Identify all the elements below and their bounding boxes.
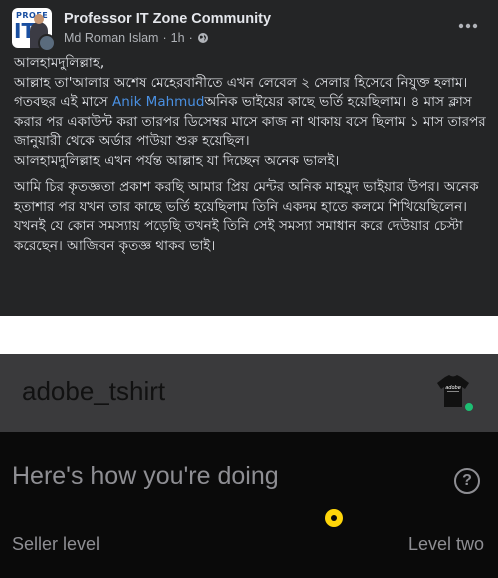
mention-link[interactable]: Anik Mahmud [112, 94, 204, 110]
profile-bar: adobe_tshirt adobe [0, 354, 498, 432]
globe-icon[interactable] [197, 32, 209, 44]
performance-panel: Here's how you're doing ? Seller level L… [0, 432, 498, 578]
post-time-link[interactable]: 1h [171, 31, 185, 45]
post-line: আলহামদুলিল্লাহ, [14, 55, 105, 71]
performance-heading: Here's how you're doing [12, 462, 279, 490]
level-progress-marker [325, 509, 343, 527]
seller-level-label: Seller level [12, 534, 101, 554]
author-name-link[interactable]: Md Roman Islam [64, 31, 158, 45]
seller-username: adobe_tshirt [22, 376, 166, 406]
post-body: আলহামদুলিল্লাহ, আল্লাহ তা'আলার অশেষ মেহে… [14, 54, 486, 263]
help-circle-icon[interactable]: ? [454, 468, 480, 494]
attached-screenshot[interactable]: adobe_tshirt adobe Here's how you're doi… [0, 354, 498, 578]
post-line: আল্লাহ তা'আলার অশেষ মেহেরবানীতে এখন লেবে… [14, 74, 468, 91]
post-line: আলহামদুলিল্লাহ এখন পর্যন্ত আল্লাহ যা দিচ… [14, 152, 340, 169]
post-line: গতবছর এই মাসে [14, 94, 113, 110]
meta-separator: · [162, 31, 167, 45]
group-name-link[interactable]: Professor IT Zone Community [64, 11, 271, 27]
facebook-post: PROFE IT Professor IT Zone Community Md … [0, 0, 498, 316]
post-paragraph-1: আলহামদুলিল্লাহ, আল্লাহ তা'আলার অশেষ মেহে… [14, 54, 486, 171]
online-status-dot [464, 402, 474, 412]
post-header: PROFE IT Professor IT Zone Community Md … [12, 8, 486, 52]
meta-separator-2: · [188, 31, 193, 45]
tshirt-text: adobe [445, 385, 461, 391]
author-avatar[interactable] [38, 34, 56, 52]
post-paragraph-2: আমি চির কৃতজ্ঞতা প্রকাশ করছি আমার প্রিয়… [14, 179, 479, 254]
post-meta: Md Roman Islam · 1h · [64, 31, 209, 45]
seller-level-value: Level two [407, 534, 484, 554]
image-top-border [0, 316, 498, 354]
more-horizontal-icon[interactable] [456, 14, 480, 38]
